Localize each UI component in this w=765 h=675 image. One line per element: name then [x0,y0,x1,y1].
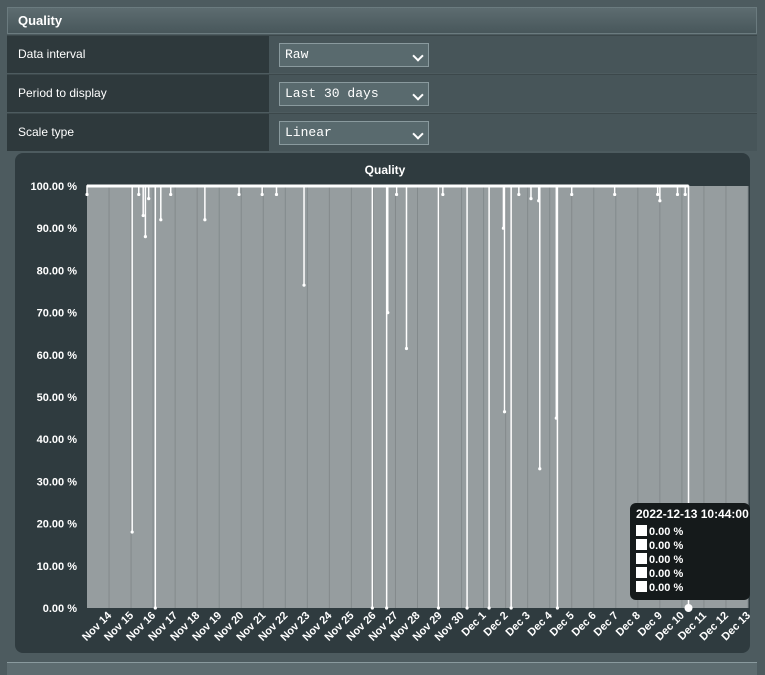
tooltip-value: 0.00 % [649,568,684,580]
data-point [509,606,513,610]
data-point [302,283,306,287]
setting-row-data-interval: Data interval Raw [7,35,757,73]
y-tick-label: 30.00 % [37,476,78,488]
period-label: Period to display [7,75,269,112]
tooltip-value: 0.00 % [649,582,684,594]
scale-type-select[interactable]: Linear [279,121,429,145]
data-point [683,192,687,197]
data-point [613,192,617,197]
data-interval-select[interactable]: Raw [279,43,429,67]
y-tick-label: 80.00 % [37,265,78,277]
data-interval-cell: Raw [269,36,757,73]
y-tick-label: 90.00 % [37,223,78,235]
quality-panel: Quality Data interval Raw Period to disp… [0,0,765,675]
scale-type-label: Scale type [7,114,269,151]
data-point [237,192,241,197]
data-point [169,192,173,197]
setting-row-period: Period to display Last 30 days [7,74,757,112]
tooltip-line: 0.00 % [636,553,683,566]
chart-title: Quality [365,163,406,177]
chevron-down-icon [412,50,424,62]
tooltip-value: 0.00 % [649,540,684,552]
period-select[interactable]: Last 30 days [279,82,429,106]
data-point [137,192,141,197]
tooltip-line: 0.00 % [636,525,683,538]
data-point [370,606,374,610]
tooltip-value: 0.00 % [649,554,684,566]
data-point [656,192,660,197]
data-point [555,606,560,610]
data-point [487,606,491,610]
highlighted-point [684,604,693,612]
data-point [529,197,533,201]
data-point [386,311,390,315]
data-point [147,197,151,201]
y-tick-label: 40.00 % [37,434,78,446]
tooltip-title: 2022-12-13 10:44:00 [636,507,749,521]
period-value: Last 30 days [285,86,379,101]
data-point [385,606,389,610]
y-tick-label: 60.00 % [37,350,78,362]
legend-swatch [636,553,647,564]
data-point [153,606,157,610]
data-point [658,199,662,203]
legend-swatch [636,567,647,578]
next-panel-header [7,662,757,675]
data-interval-value: Raw [285,47,309,62]
data-point [517,192,521,197]
data-point [570,192,574,197]
data-point [675,192,680,197]
scale-type-cell: Linear [269,114,757,151]
y-tick-label: 10.00 % [37,561,78,573]
data-point [436,606,441,610]
data-point [502,410,507,414]
data-point [141,213,145,218]
data-point [274,192,279,197]
data-point [538,467,542,471]
tooltip-line: 0.00 % [636,581,683,594]
chart-tooltip: 2022-12-13 10:44:00 0.00 % 0.00 % 0.00 %… [630,503,750,600]
data-interval-label: Data interval [7,36,269,73]
legend-swatch [636,581,647,592]
data-point [554,416,558,420]
legend-swatch [636,525,647,536]
y-tick-label: 70.00 % [37,308,78,320]
panel-title: Quality [7,7,757,34]
y-tick-label: 0.00 % [43,603,77,615]
data-point [130,530,134,534]
data-point [203,218,207,222]
chevron-down-icon [412,89,424,101]
data-point [159,218,163,222]
tooltip-line: 0.00 % [636,539,683,552]
y-tick-label: 100.00 % [31,181,78,193]
data-point [465,606,469,610]
data-point [260,192,264,197]
tooltip-line: 0.00 % [636,567,683,580]
data-point [501,226,506,230]
chevron-down-icon [412,128,424,140]
y-tick-label: 50.00 % [37,392,78,404]
y-tick-label: 20.00 % [37,519,78,531]
period-cell: Last 30 days [269,75,757,112]
legend-swatch [636,539,647,550]
data-point [441,192,445,197]
data-point [537,199,541,203]
data-point [394,192,399,197]
setting-row-scale-type: Scale type Linear [7,113,757,151]
data-point [85,192,89,197]
data-point [143,235,147,239]
scale-type-value: Linear [285,125,332,140]
tooltip-value: 0.00 % [649,526,684,538]
data-point [404,346,409,351]
